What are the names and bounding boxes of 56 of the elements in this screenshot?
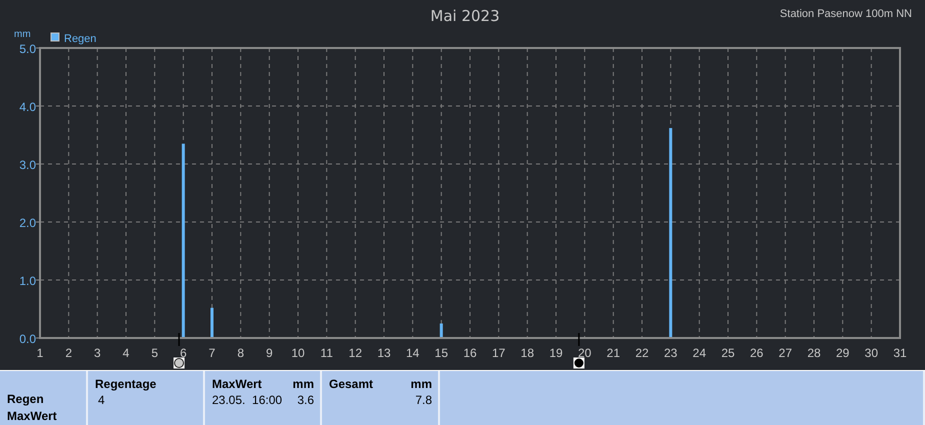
- x-tick-label: 27: [778, 346, 792, 360]
- y-tick-label: 3.0: [19, 158, 36, 172]
- timestamp: 23.05. 16:00: [212, 392, 282, 408]
- rain-bar: [440, 324, 443, 337]
- x-tick-label: 17: [492, 346, 506, 360]
- y-tick-label: 4.0: [19, 100, 36, 114]
- x-tick-label: 21: [606, 346, 620, 360]
- x-tick-label: 6: [180, 346, 187, 360]
- station-label: Station Pasenow 100m NN: [780, 8, 912, 20]
- x-tick-label: 4: [122, 346, 130, 360]
- x-tick-label: 18: [520, 346, 534, 360]
- x-tick-label: 29: [836, 346, 850, 360]
- x-tick-label: 9: [266, 346, 273, 360]
- x-tick-label: 1: [36, 346, 44, 360]
- legend-label: Regen: [64, 33, 96, 45]
- y-tick-label: 1.0: [19, 274, 36, 288]
- value-text: 3.6: [297, 392, 314, 408]
- chart-title: Mai 2023: [430, 7, 500, 25]
- x-tick-label: 25: [721, 346, 735, 360]
- x-tick-label: 31: [893, 346, 907, 360]
- x-tick-label: 12: [348, 346, 362, 360]
- y-tick-label: 0.0: [19, 332, 36, 346]
- day-marker: [578, 333, 580, 346]
- y-tick-label: 5.0: [19, 42, 36, 56]
- x-tick-label: 20: [578, 346, 592, 360]
- x-tick-label: 2: [65, 346, 72, 360]
- x-tick-label: 14: [406, 346, 420, 360]
- x-tick-label: 23: [664, 346, 678, 360]
- column-title: MaxWert: [212, 376, 262, 392]
- x-tick-label: 16: [463, 346, 477, 360]
- x-tick-label: 11: [320, 346, 333, 360]
- x-tick-label: 26: [750, 346, 764, 360]
- row-label: Regen: [7, 391, 45, 408]
- column-title: Gesamt: [329, 376, 374, 392]
- x-tick-label: 13: [377, 346, 391, 360]
- x-tick-label: 10: [291, 346, 305, 360]
- axis-unit: mm: [14, 29, 31, 40]
- column-title: Regentage: [95, 376, 156, 392]
- rain-bar: [210, 308, 214, 337]
- x-tick-label: 30: [864, 346, 878, 360]
- x-tick-label: 7: [208, 346, 216, 360]
- x-tick-label: 15: [434, 346, 448, 360]
- x-tick-label: 28: [807, 346, 821, 360]
- x-tick-label: 8: [237, 346, 244, 360]
- x-tick-label: 5: [151, 346, 158, 360]
- value-text: 7.8: [415, 392, 432, 408]
- x-tick-label: 19: [549, 346, 563, 360]
- unit-label: mm: [410, 376, 432, 392]
- unit-label: mm: [292, 376, 314, 392]
- day-marker: [178, 333, 180, 346]
- y-tick-label: 2.0: [19, 216, 36, 230]
- row-label: MaxWert: [7, 408, 58, 425]
- value-text: 4: [98, 392, 105, 408]
- x-tick-label: 3: [94, 346, 101, 360]
- x-tick-label: 24: [692, 346, 706, 360]
- x-tick-label: 22: [635, 346, 649, 360]
